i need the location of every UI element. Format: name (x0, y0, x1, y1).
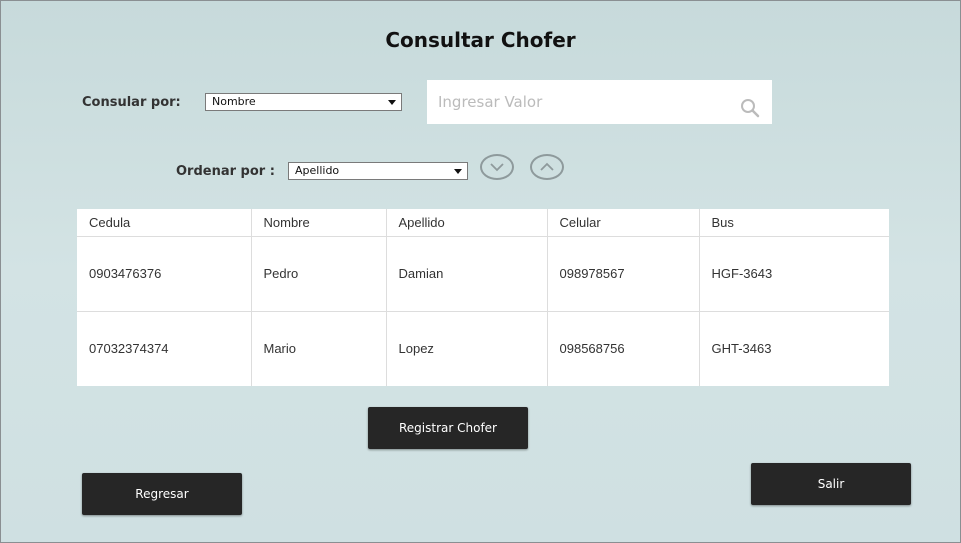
order-by-label: Ordenar por : (176, 164, 275, 179)
column-header-bus[interactable]: Bus (698, 209, 889, 236)
order-by-select[interactable]: Apellido (288, 162, 468, 180)
chevron-down-icon (490, 163, 504, 172)
search-placeholder: Ingresar Valor (438, 93, 543, 111)
cell-apellido: Lopez (385, 311, 547, 386)
exit-button[interactable]: Salir (751, 463, 911, 505)
order-by-value: Apellido (295, 164, 340, 177)
column-header-cedula[interactable]: Cedula (77, 209, 251, 236)
cell-celular: 098568756 (546, 311, 699, 386)
table-row[interactable]: 0903476376 Pedro Damian 098978567 HGF-36… (77, 236, 889, 311)
table-row[interactable]: 07032374374 Mario Lopez 098568756 GHT-34… (77, 311, 889, 386)
dropdown-arrow-icon (454, 169, 462, 174)
cell-nombre: Pedro (250, 236, 386, 311)
cell-celular: 098978567 (546, 236, 699, 311)
sort-ascending-button[interactable] (530, 154, 564, 180)
cell-cedula: 0903476376 (89, 266, 162, 281)
cell-bus: HGF-3643 (698, 236, 889, 311)
page-title: Consultar Chofer (385, 28, 576, 52)
consult-by-label: Consular por: (82, 95, 181, 110)
cell-cedula: 07032374374 (89, 341, 169, 357)
cell-nombre: Mario (250, 311, 386, 386)
search-input[interactable]: Ingresar Valor (427, 80, 772, 124)
column-header-apellido[interactable]: Apellido (385, 209, 547, 236)
consult-by-value: Nombre (212, 95, 256, 108)
dropdown-arrow-icon (388, 100, 396, 105)
drivers-table: Cedula Nombre Apellido Celular Bus 09034… (77, 209, 889, 386)
column-header-nombre[interactable]: Nombre (250, 209, 386, 236)
cell-apellido: Damian (385, 236, 547, 311)
chevron-up-icon (540, 162, 554, 171)
sort-descending-button[interactable] (480, 154, 514, 180)
column-header-celular[interactable]: Celular (546, 209, 699, 236)
back-button[interactable]: Regresar (82, 473, 242, 515)
table-header-row: Cedula Nombre Apellido Celular Bus (77, 209, 889, 236)
consult-by-select[interactable]: Nombre (205, 93, 402, 111)
register-driver-button[interactable]: Registrar Chofer (368, 407, 528, 449)
cell-bus: GHT-3463 (698, 311, 889, 386)
search-icon[interactable] (740, 91, 760, 135)
